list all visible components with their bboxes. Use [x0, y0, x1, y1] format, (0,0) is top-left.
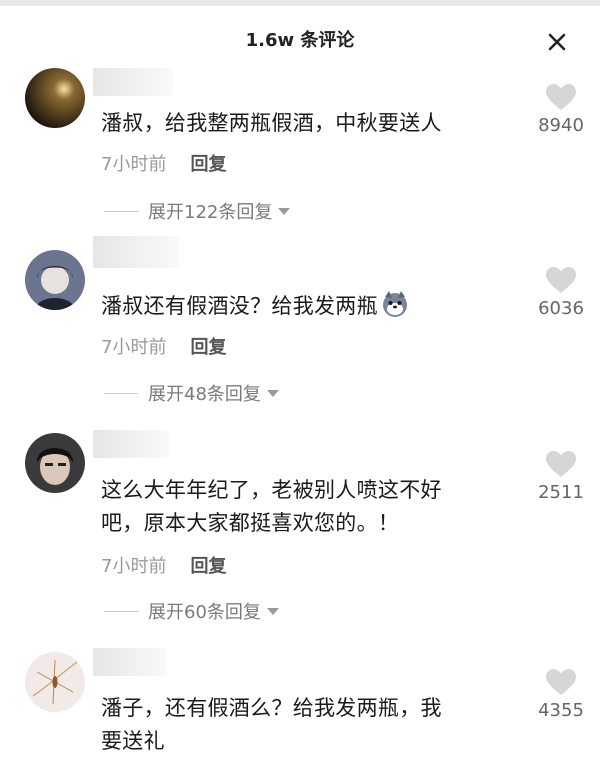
divider-line	[104, 392, 138, 394]
expand-replies-button[interactable]: 展开48条回复	[104, 380, 279, 406]
comment-text: 潘叔还有假酒没？给我发两瓶	[101, 289, 521, 323]
comment-text-content: 潘叔还有假酒没？给我发两瓶	[101, 294, 378, 318]
username-blurred	[93, 648, 167, 676]
heart-icon	[546, 267, 576, 293]
comment-text: 这么大年年纪了，老被别人喷这不好 吧，原本大家都挺喜欢您的。！	[101, 474, 521, 540]
expand-replies-button[interactable]: 展开60条回复	[104, 598, 279, 624]
like-count: 6036	[538, 298, 584, 319]
comment-text-line: 吧，原本大家都挺喜欢您的。！	[101, 511, 400, 535]
expand-replies-label: 展开122条回复	[148, 202, 273, 223]
avatar[interactable]	[25, 652, 85, 712]
like-button[interactable]: 4355	[533, 668, 589, 721]
like-button[interactable]: 6036	[533, 266, 589, 319]
close-icon	[548, 33, 566, 51]
username-blurred	[93, 68, 173, 96]
comment-text-line: 要送礼	[101, 729, 165, 753]
username-blurred	[93, 430, 169, 458]
like-count: 2511	[538, 482, 584, 503]
username-blurred	[93, 236, 179, 268]
comment-text: 潘子，还有假酒么？给我发两瓶，我 要送礼	[101, 692, 521, 758]
dog-face-emoji	[382, 291, 407, 317]
comment-meta: 7小时前 回复	[101, 552, 226, 578]
reply-button[interactable]: 回复	[190, 556, 226, 577]
comment-text: 潘叔，给我整两瓶假酒，中秋要送人	[101, 111, 442, 135]
avatar[interactable]	[25, 433, 85, 493]
avatar[interactable]	[25, 68, 85, 128]
comment-text-line: 潘子，还有假酒么？给我发两瓶，我	[101, 696, 442, 720]
divider-line	[104, 610, 138, 612]
like-button[interactable]: 8940	[533, 83, 589, 136]
caret-down-icon	[266, 389, 279, 397]
comments-count-title: 1.6w 条评论	[245, 30, 355, 51]
like-button[interactable]: 2511	[533, 450, 589, 503]
comment-text-line: 这么大年年纪了，老被别人喷这不好	[101, 478, 442, 502]
comments-sheet: 1.6w 条评论 潘叔，给我整两瓶假酒，中秋要送人 7小时前 回复 展开122条…	[0, 0, 600, 762]
comment-time: 7小时前	[101, 556, 167, 577]
reply-button[interactable]: 回复	[190, 154, 226, 175]
expand-replies-label: 展开48条回复	[148, 384, 261, 405]
like-count: 4355	[538, 700, 584, 721]
avatar[interactable]	[25, 250, 85, 310]
comment-time: 7小时前	[101, 337, 167, 358]
reply-button[interactable]: 回复	[190, 337, 226, 358]
like-count: 8940	[538, 115, 584, 136]
close-button[interactable]	[543, 28, 571, 56]
expand-replies-button[interactable]: 展开122条回复	[104, 198, 291, 224]
caret-down-icon	[266, 607, 279, 615]
heart-icon	[546, 669, 576, 695]
caret-down-icon	[278, 207, 291, 215]
sheet-top-strip	[0, 0, 600, 6]
heart-icon	[546, 84, 576, 110]
comment-meta: 7小时前 回复	[101, 150, 226, 176]
divider-line	[104, 210, 138, 212]
heart-icon	[546, 451, 576, 477]
comment-meta: 7小时前 回复	[101, 333, 226, 359]
comment-time: 7小时前	[101, 154, 167, 175]
expand-replies-label: 展开60条回复	[148, 602, 261, 623]
